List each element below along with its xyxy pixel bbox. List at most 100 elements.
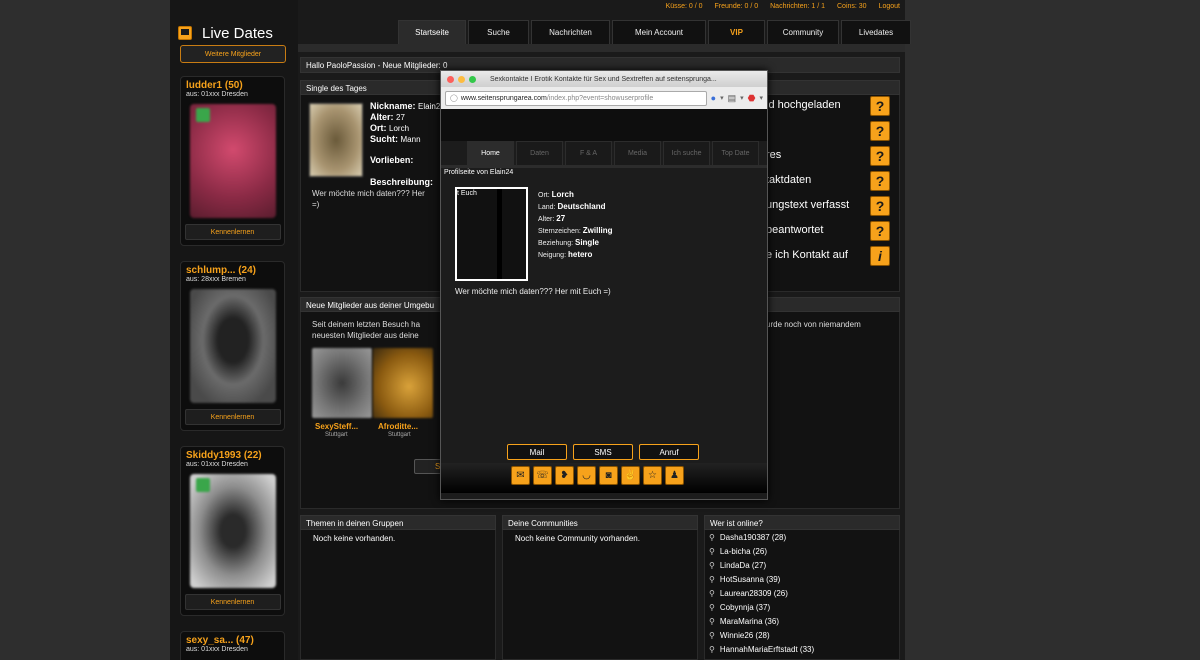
popup-titlebar[interactable]: Sexkontakte I Erotik Kontakte für Sex un… xyxy=(441,71,767,87)
member-location: aus: 01xxx Dresden xyxy=(186,646,248,653)
users-icon[interactable]: ♟ xyxy=(665,466,684,485)
phone-icon[interactable]: ☏ xyxy=(533,466,552,485)
beschreibung-text-2: =) xyxy=(312,200,320,209)
url-host: www.seitensprungarea.com xyxy=(460,94,547,102)
single-details: Nickname: Elain24 Alter: 27 Ort: Lorch S… xyxy=(370,101,445,145)
messages-stat[interactable]: Nachrichten: 1 / 1 xyxy=(770,3,825,14)
extension-icon[interactable]: ● xyxy=(711,93,716,103)
chevron-down-icon[interactable]: ▾ xyxy=(720,94,724,102)
kiss-icon[interactable]: ❥ xyxy=(555,466,574,485)
info-icon[interactable]: i xyxy=(870,246,890,266)
member-card[interactable]: Skiddy1993 (22) aus: 01xxx Dresden Kenne… xyxy=(180,446,285,616)
action-icons: ✉ ☏ ❥ ◡ ◙ ✌ ☆ ♟ xyxy=(511,466,684,485)
clipboard-icon[interactable]: ▤ xyxy=(728,93,737,104)
adblock-icon[interactable]: ⬣ xyxy=(748,93,756,104)
camera-icon[interactable]: ◙ xyxy=(599,466,618,485)
sucht-label: Sucht: xyxy=(370,134,398,144)
member-name[interactable]: schlump... (24) xyxy=(181,262,284,276)
kennenlernen-button[interactable]: Kennenlernen xyxy=(184,224,281,240)
help-icon[interactable]: ? xyxy=(870,221,890,241)
more-members-button[interactable]: Weitere Mitglieder xyxy=(180,45,286,63)
online-user[interactable]: ⚲ HotSusanna (39) xyxy=(709,575,780,584)
member-photo[interactable] xyxy=(189,474,276,588)
close-window-icon[interactable] xyxy=(447,75,454,83)
online-user[interactable]: ⚲ MaraMarina (36) xyxy=(709,617,779,626)
help-icon[interactable]: ? xyxy=(870,121,890,141)
tab-fa[interactable]: F & A xyxy=(565,141,612,165)
member-name[interactable]: Skiddy1993 (22) xyxy=(181,447,284,461)
tab-top-date[interactable]: Top Date xyxy=(712,141,759,165)
online-user-name[interactable]: HotSusanna (39) xyxy=(720,575,780,584)
online-user-name[interactable]: Laurean28309 (26) xyxy=(720,589,788,598)
online-user-name[interactable]: Winnie26 (28) xyxy=(720,631,770,640)
member-name[interactable]: ludder1 (50) xyxy=(181,77,284,91)
member-photo[interactable] xyxy=(189,289,276,403)
new-member-photo[interactable] xyxy=(373,348,433,418)
new-member-name[interactable]: SexySteff... xyxy=(315,422,358,431)
online-user[interactable]: ⚲ Dasha190387 (28) xyxy=(709,533,786,542)
coins-stat[interactable]: Coins: 30 xyxy=(837,3,867,14)
chevron-down-icon[interactable]: ▾ xyxy=(759,94,763,102)
online-user-name[interactable]: HannahMariaErftstadt (33) xyxy=(720,645,814,654)
kisses-stat[interactable]: Küsse: 0 / 0 xyxy=(666,3,703,14)
member-card[interactable]: schlump... (24) aus: 28xxx Bremen Kennen… xyxy=(180,261,285,431)
online-user-name[interactable]: MaraMarina (36) xyxy=(720,617,779,626)
tab-ich-suche[interactable]: Ich suche xyxy=(663,141,710,165)
friends-stat[interactable]: Freunde: 0 / 0 xyxy=(715,3,759,14)
member-card[interactable]: ludder1 (50) aus: 01xxx Dresden Kennenle… xyxy=(180,76,285,246)
online-user-name[interactable]: Cobynnja (37) xyxy=(720,603,770,612)
sms-button[interactable]: SMS xyxy=(573,444,633,460)
thumbs-up-icon[interactable]: ✌ xyxy=(621,466,640,485)
online-user[interactable]: ⚲ Cobynnja (37) xyxy=(709,603,770,612)
zoom-window-icon[interactable] xyxy=(469,75,476,83)
page-icon: ◯ xyxy=(450,95,458,102)
online-user[interactable]: ⚲ Winnie26 (28) xyxy=(709,631,770,640)
online-user-name[interactable]: La-bicha (26) xyxy=(720,547,767,556)
chevron-down-icon[interactable]: ▾ xyxy=(740,94,744,102)
tab-nachrichten[interactable]: Nachrichten xyxy=(531,20,610,44)
tab-vip[interactable]: VIP xyxy=(708,20,765,44)
star-icon[interactable]: ☆ xyxy=(643,466,662,485)
profile-photo[interactable]: t Euch xyxy=(455,187,528,281)
online-user[interactable]: ⚲ LindaDa (27) xyxy=(709,561,766,570)
online-user-name[interactable]: LindaDa (27) xyxy=(720,561,766,570)
tab-media[interactable]: Media xyxy=(614,141,661,165)
single-photo[interactable] xyxy=(309,103,363,177)
new-member-photo[interactable] xyxy=(312,348,372,418)
new-member-name[interactable]: Afroditte... xyxy=(378,422,418,431)
task-text: ld hochgeladen xyxy=(766,99,841,111)
tab-mein-account[interactable]: Mein Account xyxy=(612,20,706,44)
help-icon[interactable]: ? xyxy=(870,146,890,166)
envelope-icon[interactable]: ✉ xyxy=(511,466,530,485)
online-title: Wer ist online? xyxy=(704,515,900,530)
tab-livedates[interactable]: Livedates xyxy=(841,20,911,44)
member-name[interactable]: sexy_sa... (47) xyxy=(181,632,284,646)
mail-button[interactable]: Mail xyxy=(507,444,567,460)
online-user-name[interactable]: Dasha190387 (28) xyxy=(720,533,786,542)
online-user[interactable]: ⚲ HannahMariaErftstadt (33) xyxy=(709,645,814,654)
help-icon[interactable]: ? xyxy=(870,196,890,216)
online-user[interactable]: ⚲ La-bicha (26) xyxy=(709,547,767,556)
kennenlernen-button[interactable]: Kennenlernen xyxy=(184,594,281,610)
field-label: Alter: xyxy=(538,216,555,223)
tab-suche[interactable]: Suche xyxy=(468,20,529,44)
kennenlernen-button[interactable]: Kennenlernen xyxy=(184,409,281,425)
call-button[interactable]: Anruf xyxy=(639,444,699,460)
pin-icon: ⚲ xyxy=(709,631,715,640)
member-card[interactable]: sexy_sa... (47) aus: 01xxx Dresden xyxy=(180,631,285,660)
field-label: Ort: xyxy=(538,192,550,199)
tab-startseite[interactable]: Startseite xyxy=(398,20,466,44)
minimize-window-icon[interactable] xyxy=(458,75,465,83)
online-user[interactable]: ⚲ Laurean28309 (26) xyxy=(709,589,788,598)
communities-title: Deine Communities xyxy=(502,515,698,530)
url-field[interactable]: ◯ www.seitensprungarea.com/index.php?even… xyxy=(445,90,707,106)
logout-link[interactable]: Logout xyxy=(879,3,900,14)
tab-home[interactable]: Home xyxy=(467,141,514,165)
field-value: Deutschland xyxy=(557,202,606,211)
help-icon[interactable]: ? xyxy=(870,171,890,191)
lips-icon[interactable]: ◡ xyxy=(577,466,596,485)
tab-community[interactable]: Community xyxy=(767,20,839,44)
help-icon[interactable]: ? xyxy=(870,96,890,116)
member-photo[interactable] xyxy=(189,104,276,218)
tab-daten[interactable]: Daten xyxy=(516,141,563,165)
